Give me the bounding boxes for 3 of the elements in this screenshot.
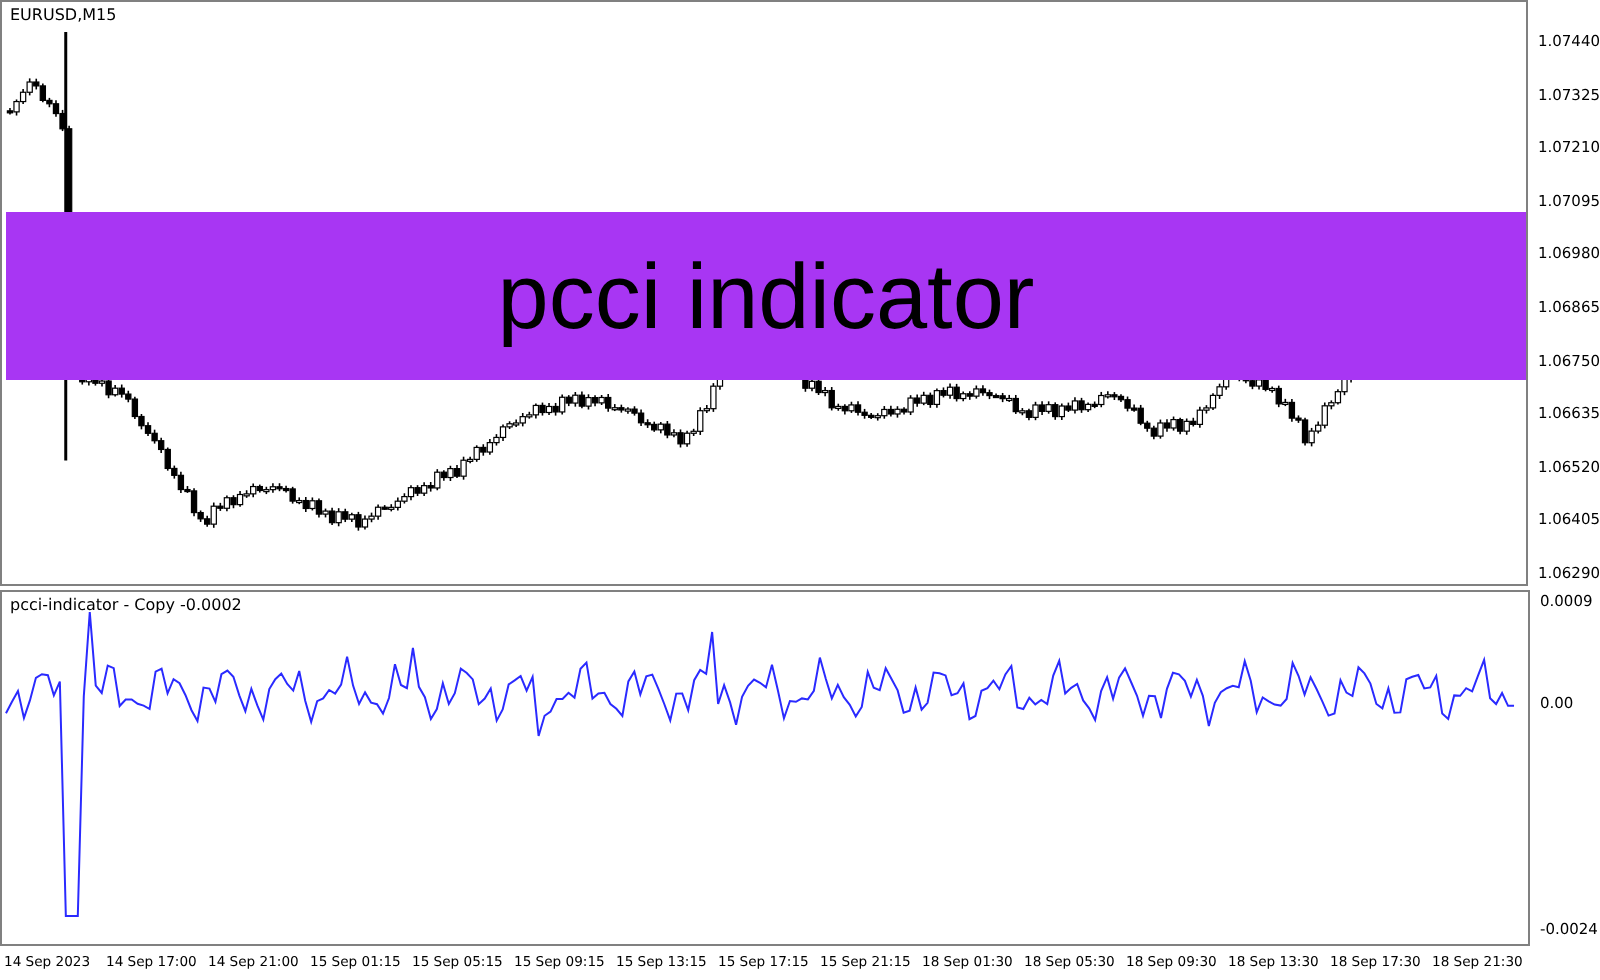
banner-title: pcci indicator bbox=[497, 242, 1035, 350]
indicator-label: pcci-indicator - Copy -0.0002 bbox=[10, 596, 242, 614]
symbol-label: EURUSD,M15 bbox=[10, 6, 117, 24]
